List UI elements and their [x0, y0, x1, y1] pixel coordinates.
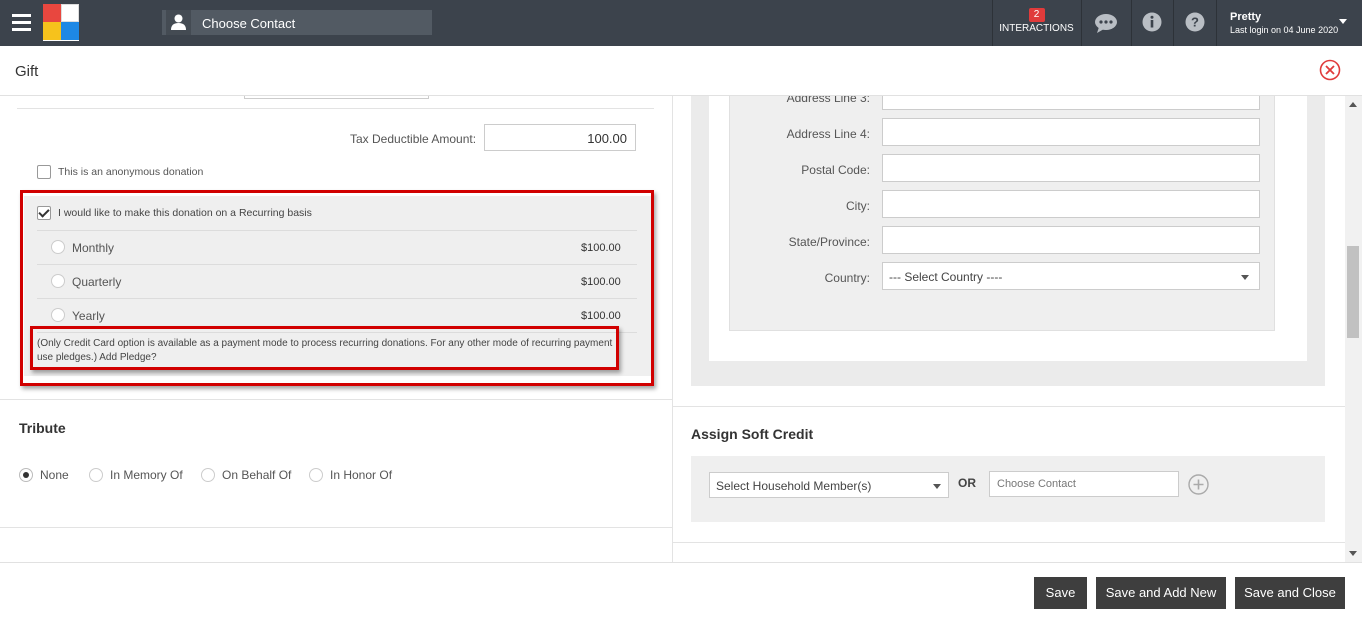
dialog-title: Gift — [15, 63, 39, 80]
tribute-label-in-memory-of: In Memory Of — [110, 468, 183, 482]
country-select[interactable]: --- Select Country ---- — [882, 262, 1260, 290]
top-bar: Choose Contact 2 INTERACTIONS ? Pretty L… — [0, 0, 1362, 46]
choose-contact-label: Choose Contact — [202, 16, 296, 31]
address-pane: Address Line 3: Address Line 4: Postal C… — [673, 96, 1345, 562]
state-province-input[interactable] — [882, 226, 1260, 254]
chevron-down-icon — [1241, 275, 1249, 280]
soft-credit-title: Assign Soft Credit — [691, 426, 814, 442]
tribute-radio-in-memory-of[interactable] — [89, 468, 103, 482]
country-label: Country: — [824, 271, 870, 285]
tribute-title: Tribute — [19, 420, 66, 436]
user-name: Pretty — [1230, 11, 1262, 23]
gift-details-pane: Tax Deductible Amount: 100.00 This is an… — [0, 96, 672, 562]
postal-code-input[interactable] — [882, 154, 1260, 182]
chevron-down-icon — [933, 484, 941, 489]
tax-deductible-input[interactable]: 100.00 — [484, 124, 636, 151]
divider — [0, 399, 672, 400]
chevron-down-icon[interactable] — [1339, 19, 1347, 24]
app-logo[interactable] — [43, 4, 79, 41]
save-and-close-button[interactable]: Save and Close — [1235, 577, 1345, 609]
address-line-4-input[interactable] — [882, 118, 1260, 146]
tribute-radio-on-behalf-of[interactable] — [201, 468, 215, 482]
household-member-value: Select Household Member(s) — [716, 479, 872, 493]
divider — [1173, 0, 1174, 46]
scroll-down-arrow-icon[interactable] — [1349, 551, 1357, 556]
partial-input-field[interactable] — [244, 96, 429, 99]
save-button[interactable]: Save — [1034, 577, 1087, 609]
or-label: OR — [958, 476, 976, 490]
address-line-3-input[interactable] — [882, 96, 1260, 110]
dialog-footer: Save Save and Add New Save and Close — [0, 562, 1362, 623]
divider — [1216, 0, 1217, 46]
scrollbar-thumb[interactable] — [1347, 246, 1359, 338]
divider — [1131, 0, 1132, 46]
divider — [0, 527, 672, 528]
hamburger-menu-icon[interactable] — [12, 14, 31, 31]
tribute-label-none: None — [40, 468, 69, 482]
address-line-3-label: Address Line 3: — [786, 96, 870, 105]
tax-deductible-label: Tax Deductible Amount: — [350, 132, 477, 146]
user-menu[interactable]: Pretty Last login on 04 June 2020 — [1230, 11, 1338, 35]
city-input[interactable] — [882, 190, 1260, 218]
anonymous-donation-checkbox[interactable] — [37, 165, 51, 179]
close-icon[interactable] — [1319, 59, 1341, 81]
interactions-label: INTERACTIONS — [999, 23, 1074, 34]
person-icon — [166, 10, 191, 35]
address-line-4-label: Address Line 4: — [786, 127, 870, 141]
vertical-scrollbar[interactable] — [1345, 96, 1362, 562]
choose-contact-input[interactable]: Choose Contact — [989, 471, 1179, 497]
divider — [673, 542, 1345, 543]
last-login-text: Last login on 04 June 2020 — [1230, 25, 1339, 35]
divider — [17, 108, 654, 109]
interactions-button[interactable]: 2 INTERACTIONS — [993, 0, 1080, 46]
help-icon[interactable]: ? — [1185, 12, 1207, 34]
dialog-header: Gift — [0, 46, 1362, 96]
interactions-count-badge: 2 — [1028, 8, 1045, 22]
tribute-radio-none[interactable] — [19, 468, 33, 482]
scroll-up-arrow-icon[interactable] — [1349, 102, 1357, 107]
anonymous-donation-label: This is an anonymous donation — [58, 166, 204, 178]
household-member-select[interactable]: Select Household Member(s) — [709, 472, 949, 498]
add-icon[interactable] — [1188, 474, 1209, 495]
city-label: City: — [846, 199, 870, 213]
highlight-box-note — [30, 326, 619, 370]
save-and-add-new-button[interactable]: Save and Add New — [1096, 577, 1226, 609]
divider — [1081, 0, 1082, 46]
divider — [673, 406, 1345, 407]
country-select-value: --- Select Country ---- — [889, 270, 1003, 284]
state-province-label: State/Province: — [788, 235, 870, 249]
postal-code-label: Postal Code: — [801, 163, 870, 177]
choose-contact-search[interactable]: Choose Contact — [162, 10, 432, 35]
tribute-label-in-honor-of: In Honor Of — [330, 468, 393, 482]
chat-icon[interactable] — [1094, 12, 1117, 34]
info-icon[interactable] — [1142, 12, 1164, 34]
svg-text:?: ? — [1191, 15, 1199, 30]
tribute-label-on-behalf-of: On Behalf Of — [222, 468, 292, 482]
tribute-radio-in-honor-of[interactable] — [309, 468, 323, 482]
